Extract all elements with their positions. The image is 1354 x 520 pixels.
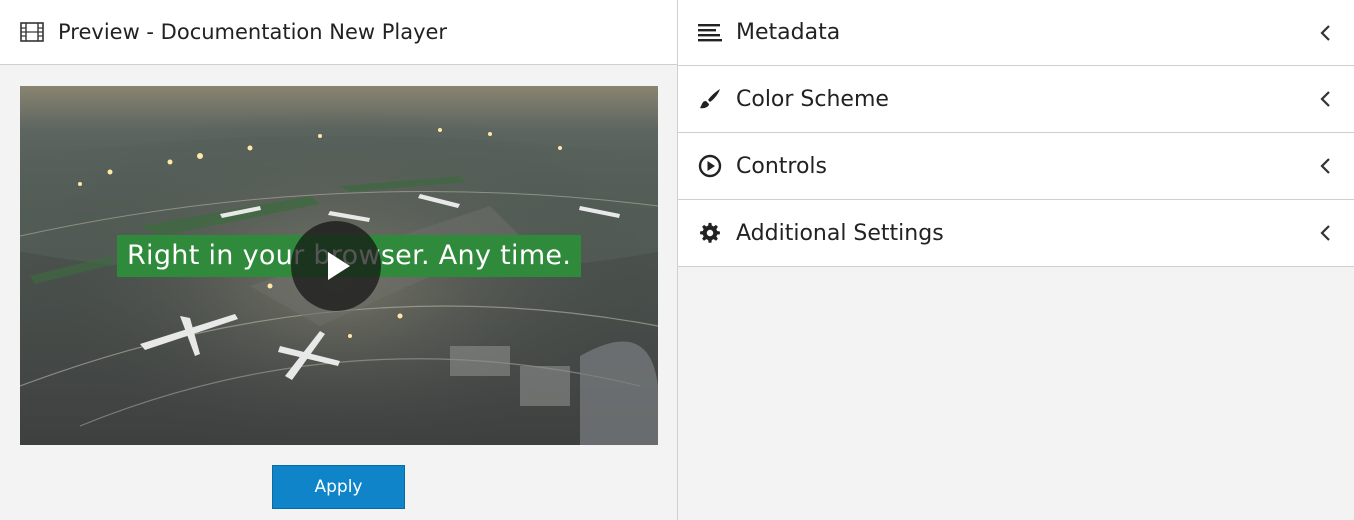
panel-additional-settings[interactable]: Additional Settings (678, 200, 1354, 267)
page-title: Preview - Documentation New Player (58, 20, 448, 44)
video-player[interactable]: Right in your browser. Any time. (20, 86, 658, 445)
panel-color-scheme[interactable]: Color Scheme (678, 66, 1354, 133)
chevron-left-icon (1318, 90, 1332, 108)
chevron-left-icon (1318, 224, 1332, 242)
play-button[interactable] (291, 221, 381, 311)
chevron-left-icon (1318, 24, 1332, 42)
panel-label: Color Scheme (736, 86, 889, 112)
apply-button[interactable]: Apply (272, 465, 405, 509)
settings-accordion: Metadata Color Scheme Controls Additiona… (678, 0, 1354, 520)
panel-label: Controls (736, 153, 827, 179)
play-circle-icon (698, 154, 722, 178)
panel-label: Metadata (736, 20, 841, 45)
chevron-left-icon (1318, 157, 1332, 175)
list-lines-icon (698, 21, 722, 45)
preview-pane: Preview - Documentation New Player Right… (0, 0, 678, 520)
preview-header: Preview - Documentation New Player (0, 0, 677, 65)
panel-label: Additional Settings (736, 220, 944, 246)
paintbrush-icon (698, 87, 722, 111)
play-icon (328, 252, 350, 280)
panel-metadata[interactable]: Metadata (678, 0, 1354, 66)
gear-icon (698, 221, 722, 245)
app: Preview - Documentation New Player Right… (0, 0, 1354, 520)
panel-controls[interactable]: Controls (678, 133, 1354, 200)
film-icon (20, 22, 44, 42)
